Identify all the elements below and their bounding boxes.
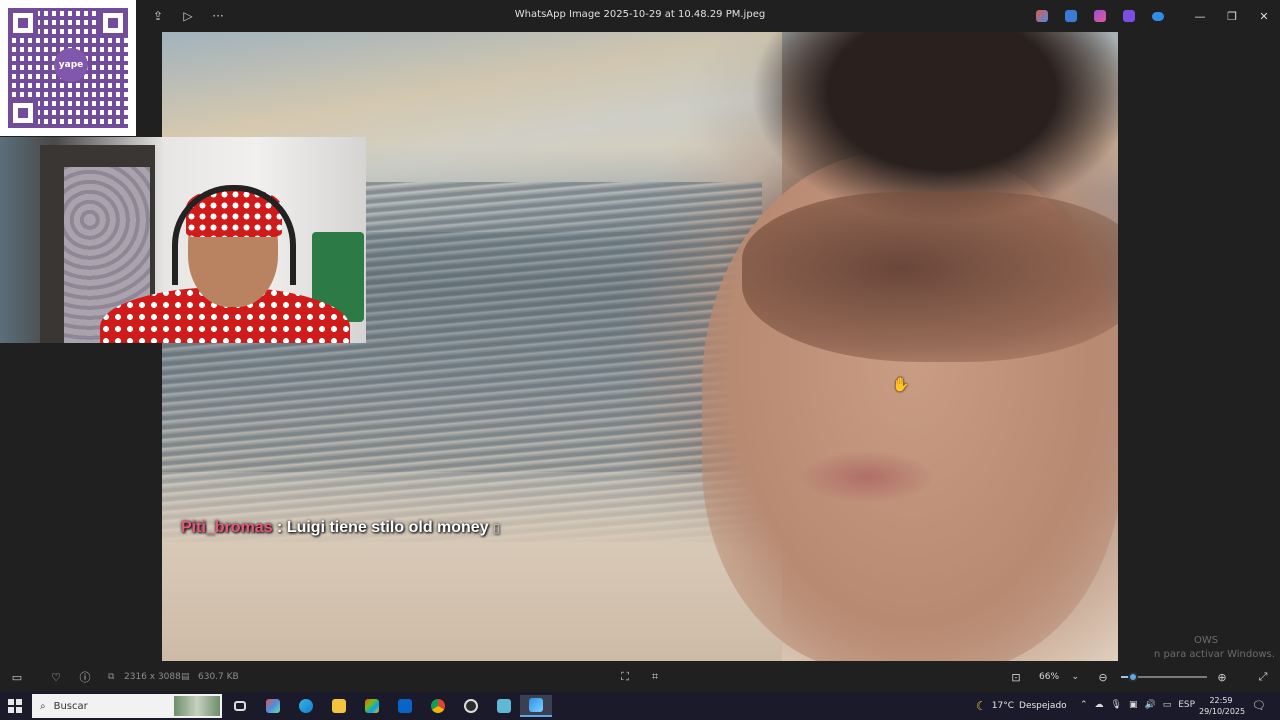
file-explorer-icon[interactable] [325, 695, 353, 717]
title-bar: ⇪ ▷ ··· WhatsApp Image 2025-10-29 at 10.… [0, 0, 1280, 32]
task-view-icon[interactable] [226, 695, 254, 717]
yape-logo: yape [54, 48, 88, 82]
minimize-button[interactable]: — [1184, 0, 1216, 32]
chat-emoji: ▯ [493, 521, 500, 535]
search-icon: ⌕ [40, 700, 46, 712]
window-controls: — ❐ ✕ [1184, 0, 1280, 32]
moon-icon: ☾ [976, 699, 987, 713]
favorite-heart-icon[interactable]: ♡ [47, 668, 65, 686]
photos-taskbar-icon[interactable] [520, 695, 552, 717]
chat-username: Piti_bromas [181, 519, 273, 536]
clipchamp-app-icon[interactable] [1090, 7, 1110, 25]
zoom-in-icon[interactable]: ⊕ [1213, 668, 1231, 686]
weather-temp: 17°C [991, 701, 1015, 711]
windows-taskbar: ⌕ Buscar ☾ 17°C Despejado ⌃ ☁ 🎙 ▣ 🔊 ▭ ES… [0, 692, 1280, 720]
system-tray: ⌃ ☁ 🎙 ▣ 🔊 ▭ ESP [1080, 700, 1195, 710]
image-dimensions: 2316 x 3088 [124, 672, 181, 682]
weather-desc: Despejado [1019, 701, 1067, 711]
close-button[interactable]: ✕ [1248, 0, 1280, 32]
language-indicator[interactable]: ESP [1178, 700, 1195, 710]
zoom-value: 66% [1039, 672, 1060, 682]
clock-date: 29/10/2025 [1199, 707, 1246, 716]
qr-code: yape [0, 0, 136, 136]
taskbar-clock[interactable]: 22:59 29/10/2025 [1199, 695, 1246, 717]
photo-sand [162, 472, 782, 661]
notification-icon[interactable]: 🗨 [1252, 699, 1266, 712]
bottom-toolbar: ▭ ♡ ⓘ ⧉ 2316 x 3088 ▤ 630.7 KB ⛶ ⌗ ⊡ 66%… [0, 661, 1280, 692]
watermark-line1: OWS [1194, 635, 1219, 646]
outlook-icon[interactable] [391, 695, 419, 717]
main-photo[interactable] [162, 32, 1118, 661]
taskbar-search-box[interactable]: ⌕ Buscar [32, 694, 222, 718]
filmstrip-icon[interactable]: ▭ [8, 668, 26, 686]
watermark-line2: n para activar Windows. [1154, 649, 1275, 660]
file-size-icon: ▤ [181, 672, 190, 682]
clock-time: 22:59 [1209, 696, 1233, 705]
network-icon[interactable]: ▣ [1129, 700, 1138, 710]
chrome-icon[interactable] [424, 695, 452, 717]
webcam-overlay [0, 137, 366, 343]
copilot-taskbar-icon[interactable] [259, 695, 287, 717]
chat-text: Luigi tiene stilo old money [286, 519, 489, 536]
qr-finder [8, 98, 38, 128]
zoom-out-icon[interactable]: ⊖ [1094, 668, 1112, 686]
battery-icon[interactable]: ▭ [1163, 700, 1172, 710]
activate-windows-watermark: OWS n para activar Windows. [1122, 634, 1275, 660]
qr-pattern: yape [8, 8, 128, 128]
search-highlight-image [174, 696, 220, 716]
video-editor-app-icon[interactable] [1119, 7, 1139, 25]
designer-app-icon[interactable] [1061, 7, 1081, 25]
chat-separator: : [272, 519, 287, 536]
notepad-icon[interactable] [490, 695, 518, 717]
copilot-app-icon[interactable] [1032, 7, 1052, 25]
store-icon[interactable] [358, 695, 386, 717]
onedrive-icon[interactable] [1148, 7, 1168, 25]
titlebar-app-icons [1032, 7, 1168, 25]
zoom-slider[interactable] [1121, 672, 1207, 682]
chevron-down-icon: ⌄ [1071, 672, 1079, 682]
fit-window-icon[interactable]: ⊡ [1007, 668, 1025, 686]
fullscreen-icon[interactable]: ⤢ [1254, 668, 1272, 686]
hand-cursor-icon: ✋ [892, 377, 910, 393]
search-placeholder: Buscar [53, 700, 88, 712]
photo-lips [802, 452, 932, 502]
zoom-slider-thumb[interactable] [1128, 672, 1139, 682]
onedrive-tray-icon[interactable]: ☁ [1095, 700, 1104, 710]
edge-icon[interactable] [292, 695, 320, 717]
volume-icon[interactable]: 🔊 [1145, 700, 1156, 710]
microphone-icon[interactable]: 🎙 [1111, 700, 1122, 710]
windows-start-icon[interactable] [8, 699, 22, 713]
info-icon[interactable]: ⓘ [76, 668, 94, 686]
obs-icon[interactable] [457, 695, 485, 717]
zoom-dropdown[interactable]: 66% ⌄ [1033, 666, 1085, 688]
dimensions-icon: ⧉ [108, 672, 115, 682]
weather-widget[interactable]: ☾ 17°C Despejado [976, 699, 1067, 713]
chat-message: Piti_bromas : Luigi tiene stilo old mone… [181, 519, 500, 537]
photo-sunglasses [742, 192, 1118, 362]
enhance-icon[interactable]: ⌗ [646, 668, 664, 686]
crop-scan-icon[interactable]: ⛶ [616, 668, 634, 686]
qr-finder [98, 8, 128, 38]
qr-finder [8, 8, 38, 38]
file-size: 630.7 KB [198, 672, 239, 682]
chevron-up-icon[interactable]: ⌃ [1080, 700, 1088, 710]
maximize-button[interactable]: ❐ [1216, 0, 1248, 32]
photos-app-window: ⇪ ▷ ··· WhatsApp Image 2025-10-29 at 10.… [0, 0, 1280, 692]
